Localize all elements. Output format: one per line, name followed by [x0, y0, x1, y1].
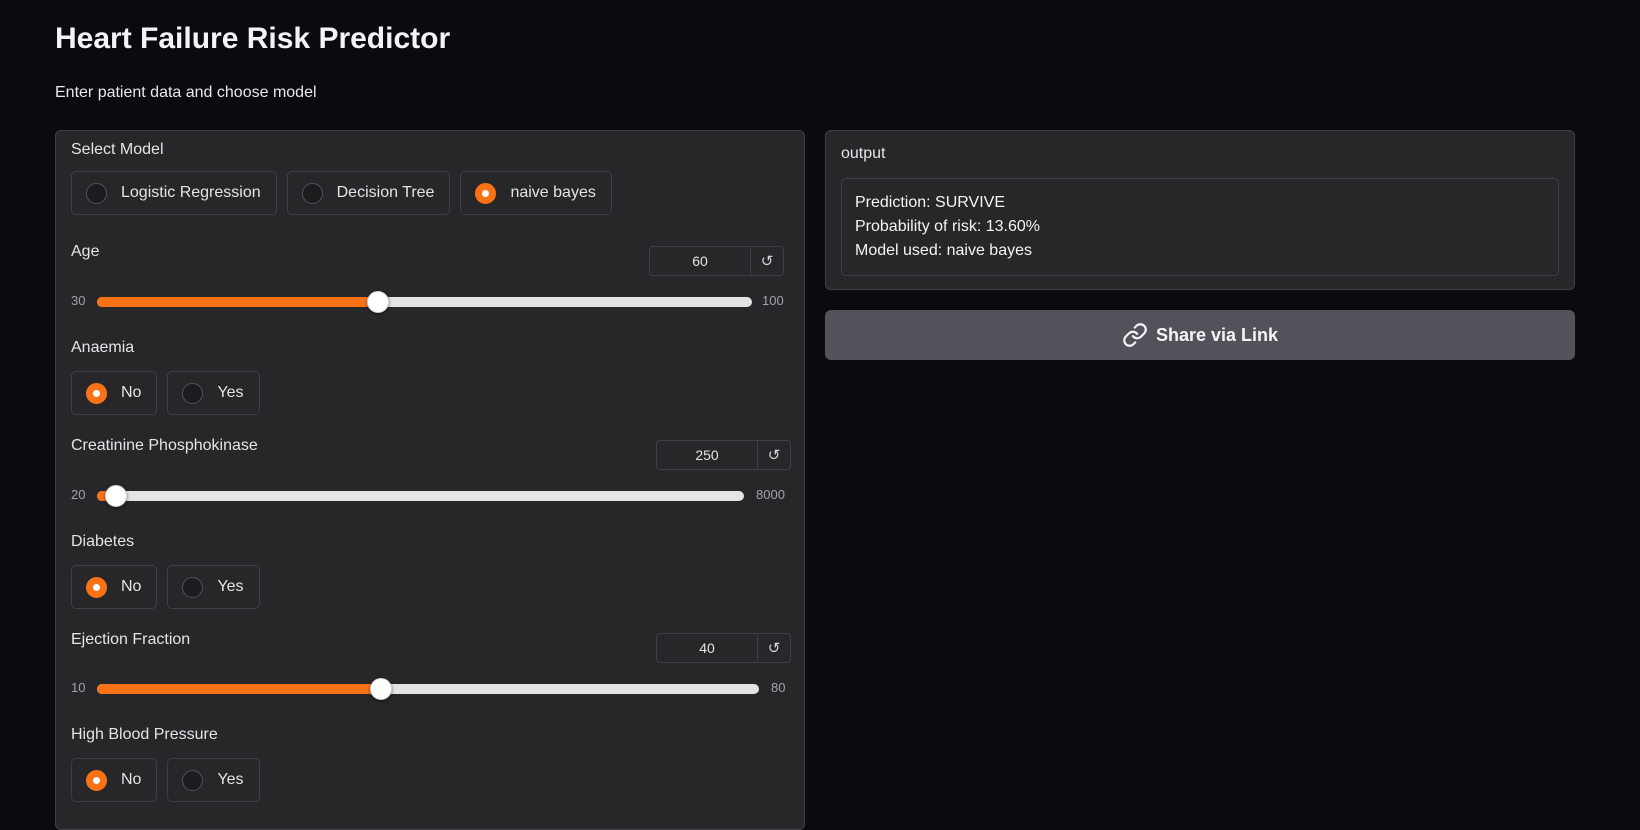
creatinine-min-label: 20 — [71, 487, 86, 502]
model-option-naive-bayes[interactable]: naive bayes — [460, 171, 612, 215]
ejection-fraction-slider-row: 10 80 — [71, 677, 791, 701]
radio-unchecked-icon — [182, 382, 204, 404]
radio-checked-icon — [86, 382, 107, 404]
age-slider[interactable] — [97, 291, 752, 313]
age-reset-button[interactable]: ↺ — [750, 247, 783, 275]
ejection-fraction-number-box: ↺ — [656, 633, 791, 663]
ejection-fraction-max-label: 80 — [771, 680, 786, 695]
creatinine-slider-thumb[interactable] — [104, 485, 127, 507]
radio-checked-icon — [475, 182, 497, 204]
age-input[interactable] — [650, 247, 750, 275]
high-blood-pressure-option-yes[interactable]: Yes — [167, 758, 260, 802]
creatinine-label: Creatinine Phosphokinase — [71, 437, 258, 454]
ejection-fraction-label: Ejection Fraction — [71, 631, 191, 648]
anaemia-option-no[interactable]: No — [71, 371, 158, 415]
age-slider-fill — [97, 297, 378, 307]
radio-checked-icon — [86, 576, 107, 598]
anaemia-option-label: Yes — [217, 384, 244, 401]
diabetes-option-yes[interactable]: Yes — [167, 565, 260, 609]
input-panel: Select Model Logistic Regression Decisio… — [55, 130, 805, 830]
age-number-box: ↺ — [649, 246, 784, 276]
diabetes-radio-group: No Yes — [71, 565, 260, 609]
ejection-fraction-slider-fill — [97, 684, 381, 694]
share-button-label: Share via Link — [1155, 324, 1279, 345]
share-via-link-button[interactable]: Share via Link — [825, 310, 1575, 360]
ejection-fraction-slider-thumb[interactable] — [369, 678, 392, 700]
output-panel: output Prediction: SURVIVE Probability o… — [825, 130, 1575, 290]
model-option-label: naive bayes — [510, 184, 596, 201]
high-blood-pressure-label: High Blood Pressure — [71, 726, 218, 743]
radio-unchecked-icon — [301, 182, 323, 204]
anaemia-radio-group: No Yes — [71, 371, 260, 415]
model-option-label: Decision Tree — [336, 184, 435, 201]
high-blood-pressure-option-label: No — [121, 771, 142, 788]
model-option-logistic-regression[interactable]: Logistic Regression — [71, 171, 277, 215]
diabetes-option-label: No — [121, 578, 142, 595]
age-slider-row: 30 100 — [71, 290, 791, 314]
creatinine-input[interactable] — [657, 441, 757, 469]
age-max-label: 100 — [762, 293, 784, 308]
model-option-label: Logistic Regression — [121, 184, 261, 201]
creatinine-slider-row: 20 8000 — [71, 484, 791, 508]
high-blood-pressure-option-no[interactable]: No — [71, 758, 158, 802]
anaemia-label: Anaemia — [71, 339, 135, 356]
age-label: Age — [71, 243, 100, 260]
model-option-decision-tree[interactable]: Decision Tree — [286, 171, 451, 215]
creatinine-slider[interactable] — [97, 485, 744, 507]
diabetes-option-label: Yes — [217, 578, 244, 595]
ejection-fraction-slider[interactable] — [97, 678, 759, 700]
creatinine-number-box: ↺ — [656, 440, 791, 470]
output-label: output — [841, 145, 886, 162]
radio-checked-icon — [86, 769, 107, 791]
creatinine-max-label: 8000 — [756, 487, 785, 502]
reset-icon: ↺ — [760, 253, 774, 270]
ejection-fraction-min-label: 10 — [71, 680, 86, 695]
creatinine-reset-button[interactable]: ↺ — [757, 441, 790, 469]
select-model-label: Select Model — [71, 141, 164, 158]
output-line-prediction: Prediction: SURVIVE — [855, 194, 1005, 211]
radio-unchecked-icon — [86, 182, 107, 204]
age-min-label: 30 — [71, 293, 86, 308]
radio-unchecked-icon — [182, 769, 204, 791]
anaemia-option-label: No — [121, 384, 142, 401]
page-subtitle: Enter patient data and choose model — [55, 84, 317, 101]
reset-icon: ↺ — [767, 640, 781, 657]
output-line-probability: Probability of risk: 13.60% — [855, 218, 1040, 235]
diabetes-label: Diabetes — [71, 533, 135, 550]
high-blood-pressure-radio-group: No Yes — [71, 758, 260, 802]
link-icon — [1122, 322, 1148, 348]
ejection-fraction-input[interactable] — [657, 634, 757, 662]
age-slider-thumb[interactable] — [366, 291, 389, 313]
reset-icon: ↺ — [767, 447, 781, 464]
output-textbox[interactable]: Prediction: SURVIVE Probability of risk:… — [841, 178, 1559, 276]
high-blood-pressure-option-label: Yes — [217, 771, 244, 788]
radio-unchecked-icon — [182, 576, 204, 598]
diabetes-option-no[interactable]: No — [71, 565, 158, 609]
page-title: Heart Failure Risk Predictor — [55, 22, 451, 55]
ejection-fraction-reset-button[interactable]: ↺ — [757, 634, 790, 662]
anaemia-option-yes[interactable]: Yes — [167, 371, 260, 415]
output-line-model: Model used: naive bayes — [855, 242, 1032, 259]
model-radio-group: Logistic Regression Decision Tree naive … — [71, 171, 612, 215]
